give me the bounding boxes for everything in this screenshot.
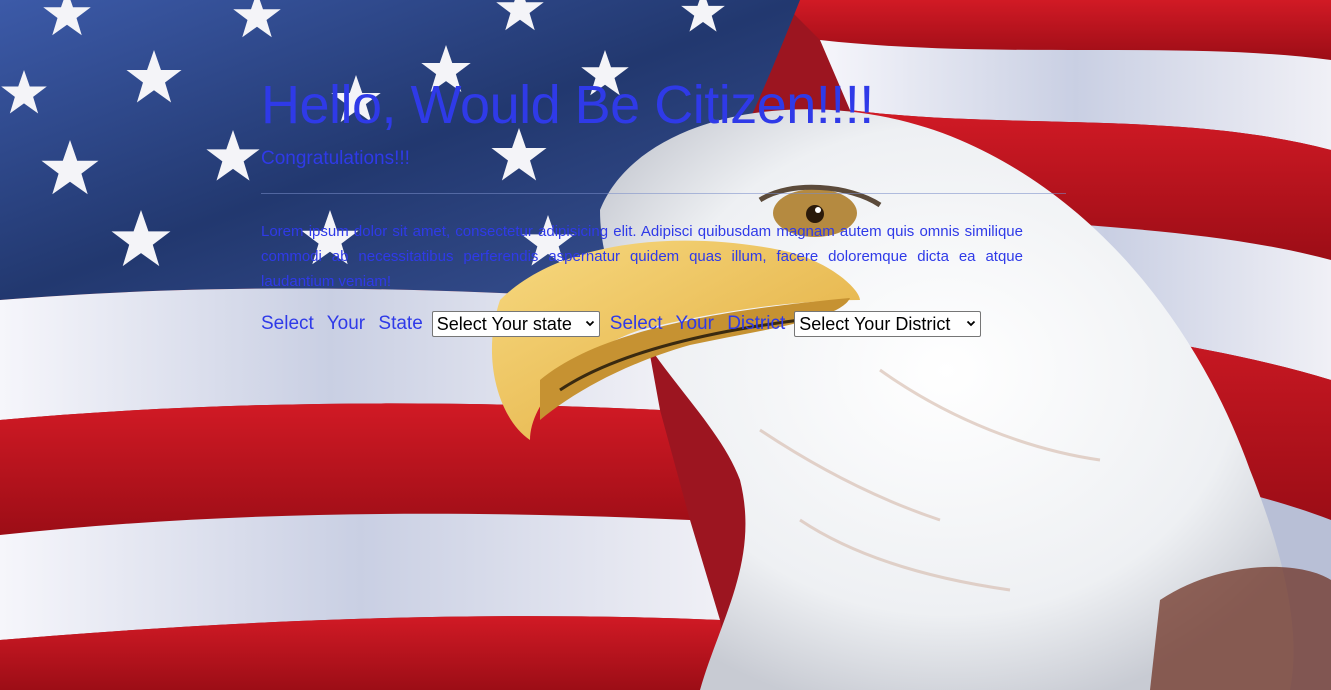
state-select-value: Select Your state <box>436 313 572 334</box>
chevron-down-icon <box>967 320 976 327</box>
location-selector-row: Select Your State Select Your state Sele… <box>261 310 991 338</box>
intro-paragraph: Lorem ipsum dolor sit amet, consectetur … <box>261 223 1023 290</box>
state-select[interactable]: Select Your state <box>431 311 600 337</box>
chevron-down-icon <box>585 320 594 327</box>
district-select[interactable]: Select Your District <box>794 311 982 337</box>
page-title: Hello, Would Be Citizen!!!! <box>261 75 874 135</box>
state-label: Select Your State <box>261 313 423 334</box>
subtitle: Congratulations!!! <box>261 148 410 169</box>
district-label: Select Your District <box>609 313 786 334</box>
district-select-value: Select Your District <box>799 313 951 334</box>
divider <box>261 193 1066 194</box>
